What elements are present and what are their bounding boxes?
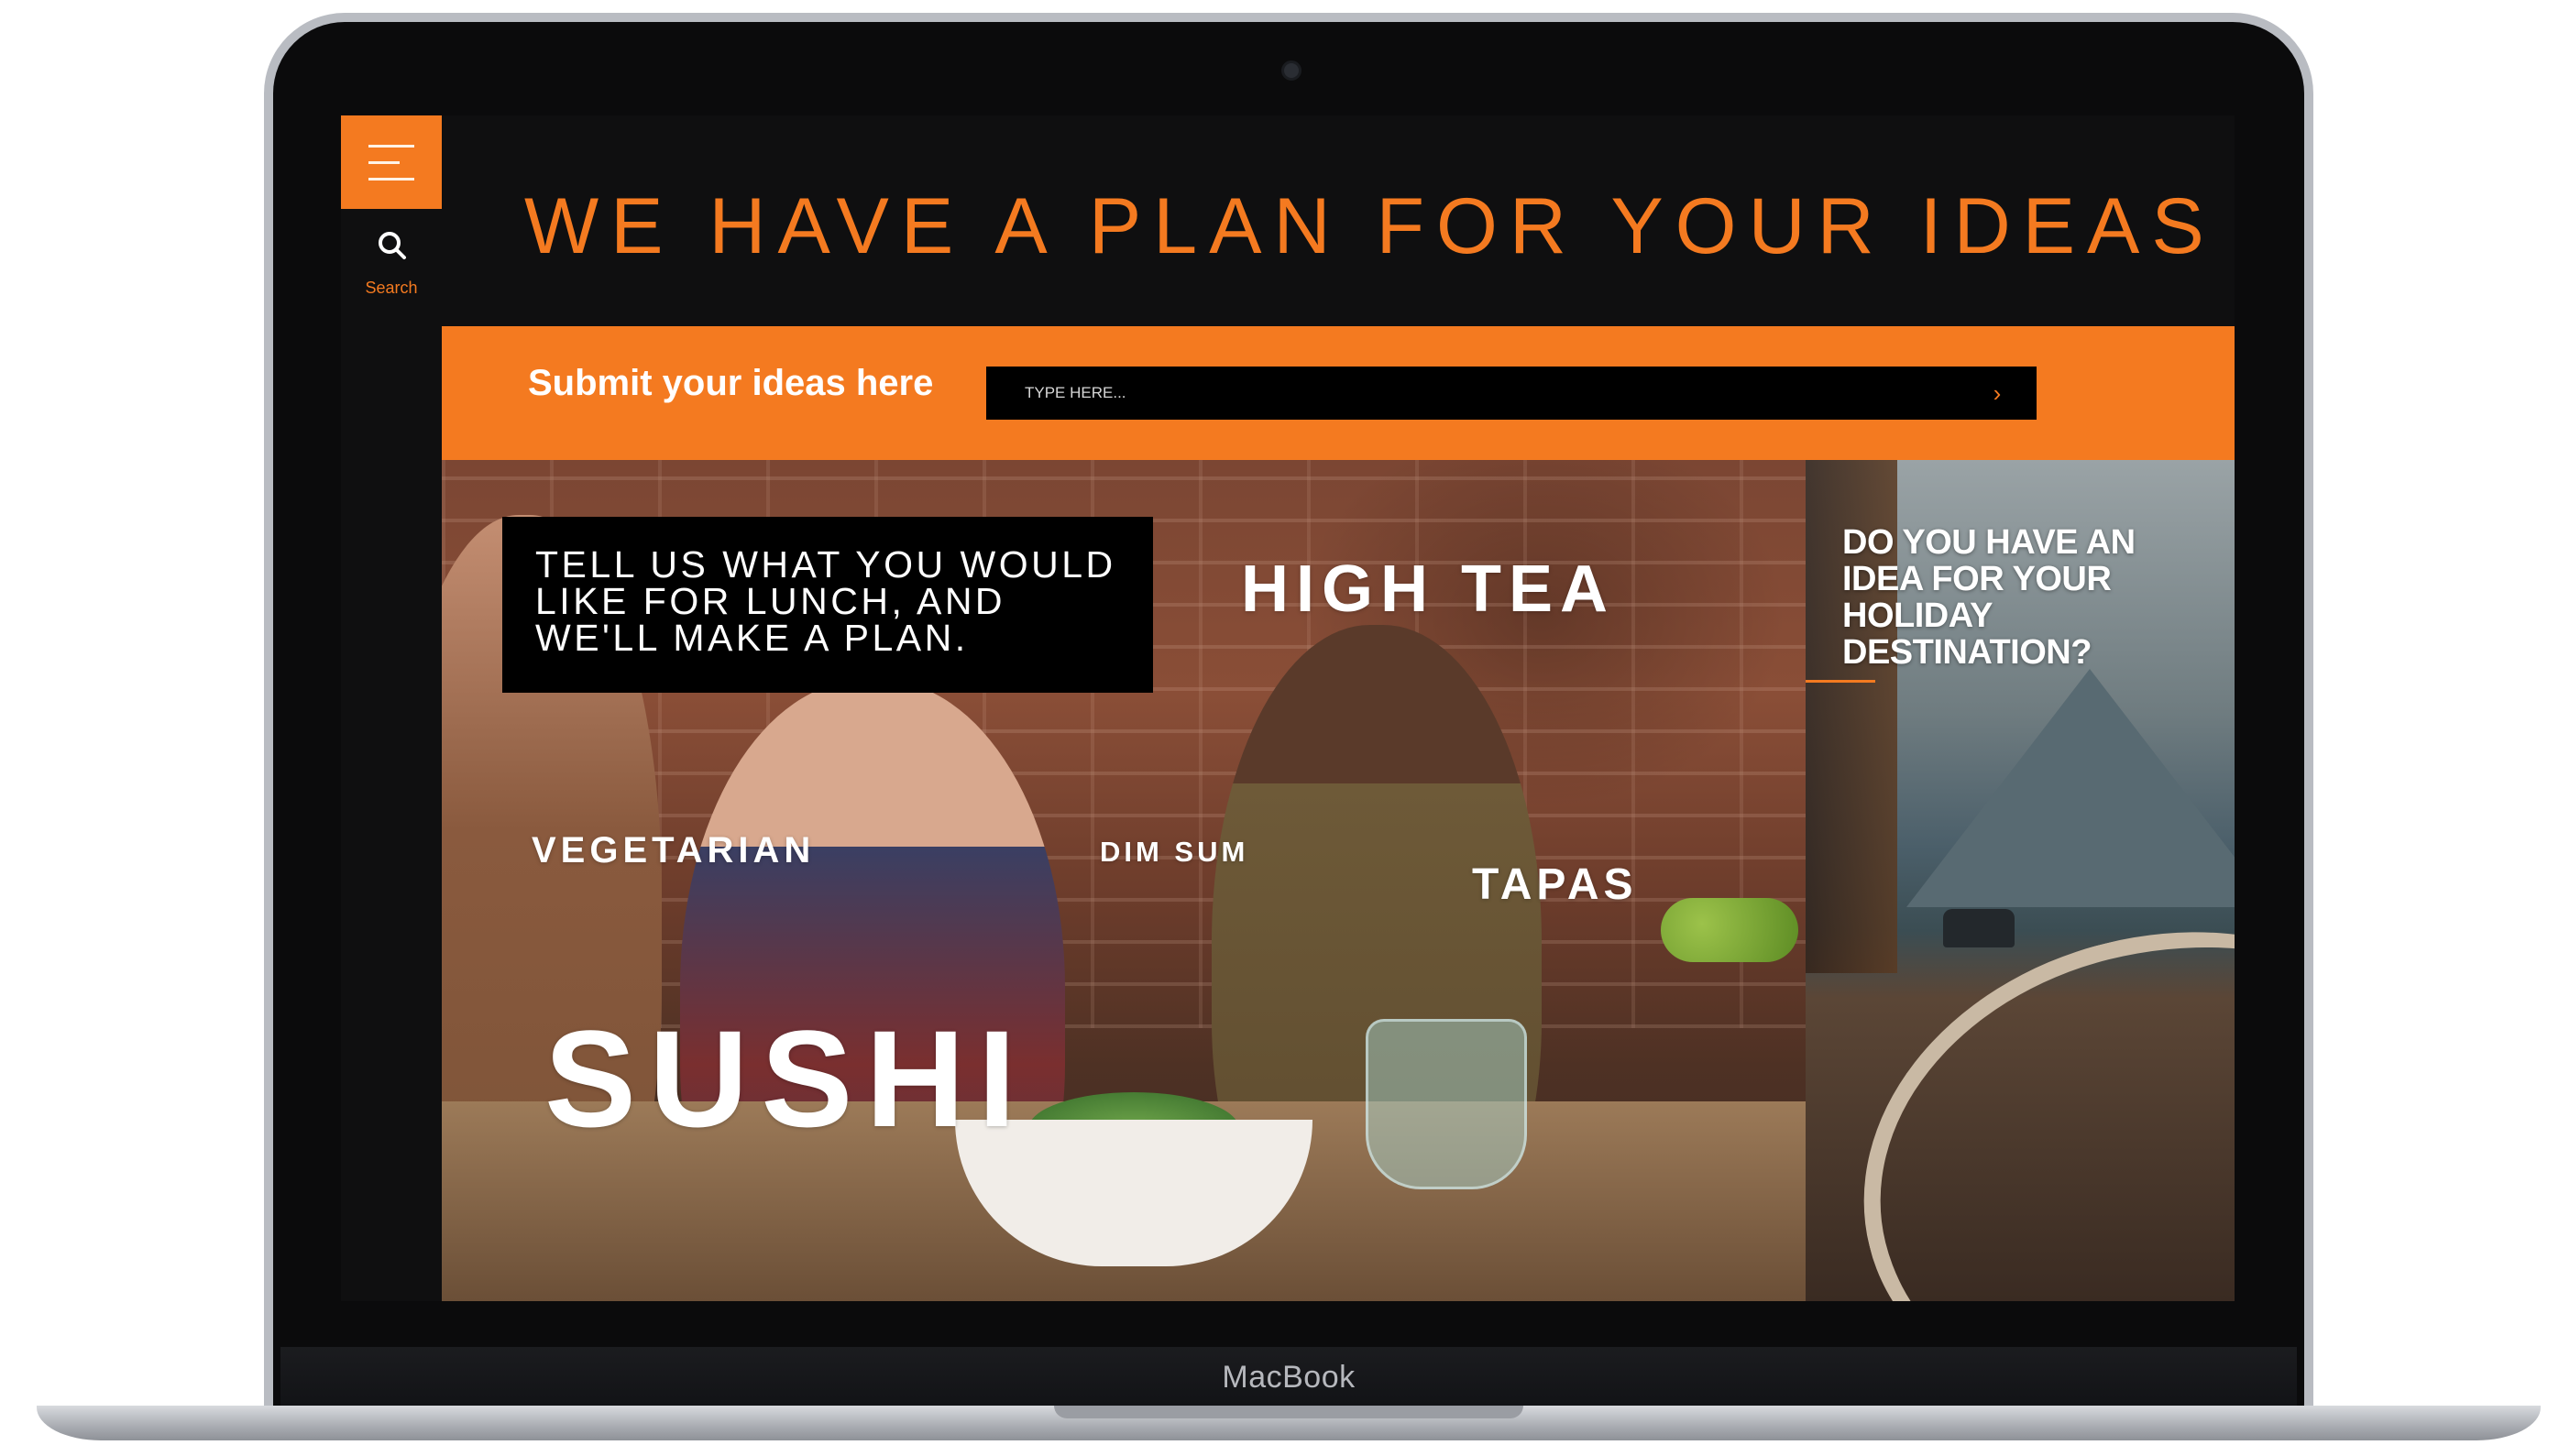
holiday-title: DO YOU HAVE AN IDEA FOR YOUR HOLIDAY DES…	[1842, 523, 2136, 672]
laptop-notch	[1054, 1406, 1523, 1418]
photo-apples	[1661, 898, 1798, 962]
accent-divider	[1806, 680, 1875, 683]
photo-glass	[1366, 1019, 1527, 1189]
device-brand-label: MacBook	[1222, 1360, 1356, 1395]
search-icon	[379, 232, 406, 259]
search-label: Search	[365, 279, 418, 297]
idea-input-field: ›	[986, 367, 2037, 420]
tag-sushi[interactable]: SUSHI	[544, 1010, 1028, 1147]
idea-input[interactable]	[986, 367, 1958, 420]
menu-button[interactable]	[341, 115, 442, 209]
tag-high-tea[interactable]: HIGH TEA	[1241, 552, 1615, 627]
page-title: WE HAVE A PLAN FOR YOUR IDEAS	[524, 182, 2216, 270]
holiday-ideas-panel[interactable]: DO YOU HAVE AN IDEA FOR YOUR HOLIDAY DES…	[1806, 460, 2235, 1301]
photo-car	[1943, 909, 2015, 947]
submit-idea-bar: Submit your ideas here ›	[442, 326, 2235, 460]
tag-vegetarian[interactable]: VEGETARIAN	[532, 830, 815, 871]
photo-mountain	[1906, 669, 2235, 907]
lunch-prompt-box: TELL US WHAT YOU WOULD LIKE FOR LUNCH, A…	[502, 517, 1153, 693]
chevron-right-icon[interactable]: ›	[1985, 378, 2009, 409]
search-button[interactable]: Search	[354, 229, 429, 302]
camera-icon	[1281, 60, 1301, 81]
tag-dim-sum[interactable]: DIM SUM	[1100, 836, 1248, 869]
tag-tapas[interactable]: TAPAS	[1472, 859, 1638, 910]
lunch-ideas-panel[interactable]: TELL US WHAT YOU WOULD LIKE FOR LUNCH, A…	[442, 460, 1806, 1301]
screen: Search WE HAVE A PLAN FOR YOUR IDEAS Sub…	[341, 115, 2235, 1301]
submit-label: Submit your ideas here	[528, 363, 934, 403]
lunch-prompt: TELL US WHAT YOU WOULD LIKE FOR LUNCH, A…	[535, 543, 1116, 659]
